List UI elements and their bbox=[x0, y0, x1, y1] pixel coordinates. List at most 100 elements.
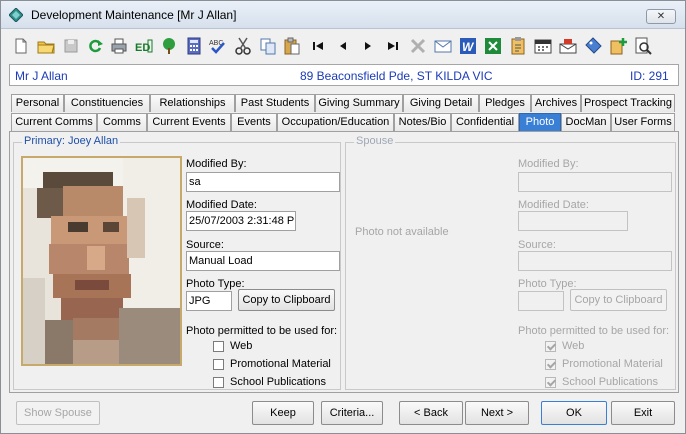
tab-giving-detail[interactable]: Giving Detail bbox=[403, 94, 479, 112]
tree-button[interactable] bbox=[159, 36, 179, 56]
primary-copy-to-clipboard-button[interactable]: Copy to Clipboard bbox=[238, 289, 335, 311]
spouse-modified-date-field bbox=[518, 211, 628, 231]
record-info-bar: Mr J Allan 89 Beaconsfield Pde, ST KILDA… bbox=[9, 64, 679, 86]
spouse-promotional-label: Promotional Material bbox=[562, 358, 663, 370]
pixelated-portrait-image bbox=[23, 158, 180, 364]
primary-source-label: Source: bbox=[186, 239, 224, 251]
primary-promotional-checkbox[interactable] bbox=[213, 359, 224, 370]
criteria-button[interactable]: Criteria... bbox=[321, 401, 383, 425]
ed-button[interactable]: ED bbox=[134, 36, 154, 56]
tab-events[interactable]: Events bbox=[231, 113, 277, 131]
primary-modified-by-field[interactable]: sa bbox=[186, 172, 340, 192]
spouse-school-publications-label: School Publications bbox=[562, 376, 659, 388]
email-button[interactable] bbox=[433, 36, 453, 56]
tab-photo[interactable]: Photo bbox=[519, 113, 561, 131]
primary-photo-type-field[interactable]: JPG bbox=[186, 291, 232, 311]
excel-button[interactable] bbox=[483, 36, 503, 56]
tab-personal[interactable]: Personal bbox=[11, 94, 64, 112]
window-title: Development Maintenance [Mr J Allan] bbox=[31, 8, 237, 22]
keep-button[interactable]: Keep bbox=[252, 401, 314, 425]
primary-group-title: Primary: Joey Allan bbox=[22, 135, 121, 147]
email-icon bbox=[434, 40, 452, 53]
cut-button[interactable] bbox=[233, 36, 253, 56]
main-window: Development Maintenance [Mr J Allan] ✕ E… bbox=[0, 0, 686, 434]
tab-current-events[interactable]: Current Events bbox=[147, 113, 231, 131]
next-button[interactable]: Next > bbox=[465, 401, 529, 425]
tab-constituencies[interactable]: Constituencies bbox=[64, 94, 150, 112]
close-icon: ✕ bbox=[656, 11, 666, 22]
close-button[interactable]: ✕ bbox=[646, 9, 676, 24]
next-icon bbox=[365, 42, 371, 50]
previous-record-button[interactable] bbox=[333, 36, 353, 56]
spouse-modified-date-label: Modified Date: bbox=[518, 199, 589, 211]
tab-current-comms[interactable]: Current Comms bbox=[11, 113, 97, 131]
first-record-button[interactable] bbox=[308, 36, 328, 56]
calculator-icon bbox=[187, 37, 201, 55]
spouse-web-label: Web bbox=[562, 340, 585, 352]
word-button[interactable]: W bbox=[458, 36, 478, 56]
primary-source-field[interactable]: Manual Load bbox=[186, 251, 340, 271]
ok-button[interactable]: OK bbox=[541, 401, 607, 425]
tab-pledges[interactable]: Pledges bbox=[479, 94, 531, 112]
spouse-copy-to-clipboard-button: Copy to Clipboard bbox=[570, 289, 667, 311]
paste-button[interactable] bbox=[282, 36, 302, 56]
record-name: Mr J Allan bbox=[15, 69, 68, 83]
tag-icon bbox=[585, 37, 602, 54]
delete-button[interactable] bbox=[408, 36, 428, 56]
tab-comms[interactable]: Comms bbox=[97, 113, 147, 131]
primary-photo[interactable] bbox=[21, 156, 182, 366]
record-address: 89 Beaconsfield Pde, ST KILDA VIC bbox=[300, 69, 493, 83]
clipboard-button[interactable] bbox=[508, 36, 528, 56]
primary-modified-date-field[interactable]: 25/07/2003 2:31:48 P bbox=[186, 211, 296, 231]
exit-button[interactable]: Exit bbox=[611, 401, 675, 425]
tag-button[interactable] bbox=[583, 36, 603, 56]
preview-button[interactable] bbox=[633, 36, 653, 56]
spouse-photo-type-label: Photo Type: bbox=[518, 278, 577, 290]
calendar-button[interactable] bbox=[533, 36, 553, 56]
primary-photo-group: Primary: Joey Allan Modified By: sa Modi… bbox=[13, 135, 341, 390]
new-button[interactable] bbox=[11, 36, 31, 56]
spellcheck-icon: ABC bbox=[209, 40, 225, 54]
app-diamond-icon bbox=[9, 8, 23, 22]
next-record-button[interactable] bbox=[358, 36, 378, 56]
title-bar[interactable]: Development Maintenance [Mr J Allan] ✕ bbox=[1, 1, 685, 29]
open-button[interactable] bbox=[36, 36, 56, 56]
tab-relationships[interactable]: Relationships bbox=[150, 94, 235, 112]
copy-button[interactable] bbox=[258, 36, 278, 56]
primary-school-publications-checkbox[interactable] bbox=[213, 377, 224, 388]
new-icon bbox=[15, 38, 27, 54]
primary-web-checkbox[interactable] bbox=[213, 341, 224, 352]
add-button[interactable] bbox=[608, 36, 628, 56]
open-icon bbox=[37, 41, 55, 54]
primary-school-publications-label: School Publications bbox=[230, 376, 327, 388]
cut-icon bbox=[235, 37, 251, 55]
tab-archives[interactable]: Archives bbox=[531, 94, 581, 112]
tab-occupation-education[interactable]: Occupation/Education bbox=[277, 113, 394, 131]
svg-text:W: W bbox=[462, 40, 475, 54]
tab-user-forms[interactable]: User Forms bbox=[611, 113, 675, 131]
last-record-button[interactable] bbox=[383, 36, 403, 56]
spellcheck-button[interactable]: ABC bbox=[208, 36, 228, 56]
tab-giving-summary[interactable]: Giving Summary bbox=[315, 94, 403, 112]
calculator-button[interactable] bbox=[184, 36, 204, 56]
tab-docman[interactable]: DocMan bbox=[561, 113, 611, 131]
save-icon bbox=[64, 39, 78, 53]
back-button[interactable]: < Back bbox=[399, 401, 463, 425]
primary-promotional-label: Promotional Material bbox=[230, 358, 331, 370]
spouse-source-label: Source: bbox=[518, 239, 556, 251]
tab-notes-bio[interactable]: Notes/Bio bbox=[394, 113, 451, 131]
tab-confidential[interactable]: Confidential bbox=[451, 113, 519, 131]
paste-icon bbox=[284, 37, 300, 55]
spouse-source-field bbox=[518, 251, 672, 271]
refresh-button[interactable] bbox=[85, 36, 105, 56]
mail-merge-button[interactable] bbox=[558, 36, 578, 56]
record-id: ID: 291 bbox=[630, 69, 669, 83]
spouse-school-publications-checkbox bbox=[545, 377, 556, 388]
print-button[interactable] bbox=[109, 36, 129, 56]
tab-prospect-tracking[interactable]: Prospect Tracking bbox=[581, 94, 675, 112]
last-icon bbox=[388, 42, 398, 50]
primary-modified-date-label: Modified Date: bbox=[186, 199, 257, 211]
save-button[interactable] bbox=[61, 36, 81, 56]
tab-past-students[interactable]: Past Students bbox=[235, 94, 315, 112]
calendar-icon bbox=[534, 39, 552, 54]
